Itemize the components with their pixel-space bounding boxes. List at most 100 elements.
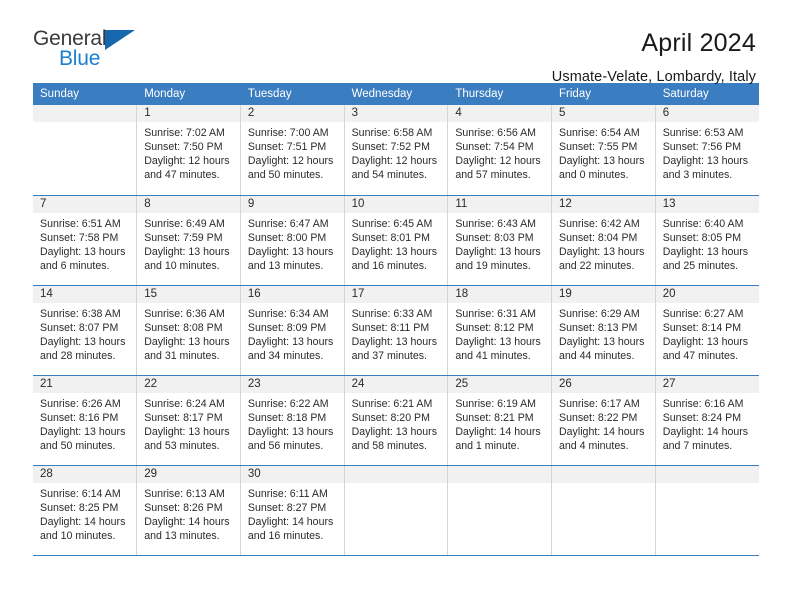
sunrise-time: Sunrise: 6:11 AM	[247, 487, 328, 500]
sunrise-time: Sunrise: 6:22 AM	[247, 397, 329, 410]
calendar-day-cell[interactable]: 7 Sunrise: 6:51 AM Sunset: 7:58 PM Daylight…	[33, 195, 138, 286]
daylight-duration-line1: Daylight: 14 hours	[662, 425, 749, 438]
calendar-day-cell[interactable]: 10 Sunrise: 6:45 AM Sunset: 8:01 PM Dayligh…	[344, 195, 449, 286]
sunset-time: Sunset: 8:17 PM	[144, 411, 223, 424]
day-details: Sunrise: 6:24 AM Sunset: 8:17 PM Daylight:…	[137, 393, 240, 453]
sunrise-time: Sunrise: 6:54 AM	[559, 127, 640, 139]
calendar-day-cell[interactable]: 8 Sunrise: 6:49 AM Sunset: 7:59 PM Daylight…	[136, 195, 241, 286]
calendar-day-cell[interactable]: 26 Sunrise: 6:17 AM Sunset: 8:22 PM Dayligh…	[551, 375, 656, 466]
day-details: Sunrise: 6:45 AM Sunset: 8:01 PM Daylight:…	[345, 213, 448, 273]
sunrise-time: Sunrise: 6:27 AM	[662, 307, 744, 320]
calendar-day-cell[interactable]: 2 Sunrise: 7:00 AM Sunset: 7:51 PM Daylight…	[240, 105, 345, 196]
day-details: Sunrise: 7:02 AM Sunset: 7:50 PM Daylight:…	[137, 122, 240, 182]
daylight-duration-line2: and 3 minutes.	[662, 169, 733, 182]
calendar-day-cell[interactable]: 28 Sunrise: 6:14 AM Sunset: 8:25 PM Dayligh…	[33, 465, 138, 556]
day-details: Sunrise: 6:16 AM Sunset: 8:24 PM Daylight:…	[656, 393, 759, 453]
day-details: Sunrise: 6:26 AM Sunset: 8:16 PM Daylight:…	[33, 393, 136, 453]
daylight-duration-line2: and 31 minutes.	[144, 349, 220, 362]
sunset-time: Sunset: 8:07 PM	[40, 321, 119, 334]
calendar-day-cell[interactable]: 1 Sunrise: 7:02 AM Sunset: 7:50 PM Daylight…	[136, 105, 241, 196]
calendar-day-cell[interactable]: 13 Sunrise: 6:40 AM Sunset: 8:05 PM Dayligh…	[655, 195, 759, 286]
general-blue-logo[interactable]: General Blue	[33, 28, 153, 74]
calendar-day-cell[interactable]: 27 Sunrise: 6:16 AM Sunset: 8:24 PM Dayligh…	[655, 375, 759, 466]
calendar-cell-empty	[33, 105, 138, 196]
calendar-week-row: 21 Sunrise: 6:26 AM Sunset: 8:16 PM Dayligh…	[33, 375, 759, 466]
daylight-duration-line1: Daylight: 13 hours	[662, 335, 749, 348]
daylight-duration-line2: and 54 minutes.	[351, 169, 427, 182]
calendar-day-cell[interactable]: 20 Sunrise: 6:27 AM Sunset: 8:14 PM Dayligh…	[655, 285, 759, 376]
sunrise-time: Sunrise: 6:13 AM	[144, 487, 225, 500]
calendar-day-cell[interactable]: 29 Sunrise: 6:13 AM Sunset: 8:26 PM Dayligh…	[136, 465, 241, 556]
page-header: General Blue April 2024 Usmate-Velate, L…	[0, 0, 792, 86]
daylight-duration-line2: and 4 minutes.	[559, 439, 629, 452]
calendar-day-cell[interactable]: 14 Sunrise: 6:38 AM Sunset: 8:07 PM Dayligh…	[33, 285, 138, 376]
calendar-day-cell[interactable]: 23 Sunrise: 6:22 AM Sunset: 8:18 PM Dayligh…	[240, 375, 345, 466]
calendar-week-row: 1 Sunrise: 7:02 AM Sunset: 7:50 PM Daylight…	[33, 105, 759, 196]
day-number: 2	[240, 105, 344, 122]
sunset-time: Sunset: 7:59 PM	[144, 231, 223, 244]
calendar-body: 1 Sunrise: 7:02 AM Sunset: 7:50 PM Daylight…	[33, 105, 759, 556]
calendar-day-cell[interactable]: 18 Sunrise: 6:31 AM Sunset: 8:12 PM Dayligh…	[447, 285, 553, 376]
daylight-duration-line2: and 16 minutes.	[247, 529, 324, 542]
weekday-header-monday: Monday	[136, 83, 241, 105]
daylight-duration-line2: and 10 minutes.	[144, 259, 220, 272]
calendar-day-cell[interactable]: 12 Sunrise: 6:42 AM Sunset: 8:04 PM Dayligh…	[551, 195, 656, 286]
calendar-day-cell[interactable]: 4 Sunrise: 6:56 AM Sunset: 7:54 PM Daylight…	[447, 105, 553, 196]
daylight-duration-line1: Daylight: 14 hours	[247, 515, 334, 528]
sunset-time: Sunset: 8:25 PM	[40, 501, 119, 514]
day-number	[344, 465, 448, 483]
day-number: 21	[33, 375, 137, 393]
sunrise-time: Sunrise: 6:31 AM	[455, 307, 536, 320]
sunset-time: Sunset: 7:56 PM	[662, 141, 742, 154]
calendar-day-cell[interactable]: 16 Sunrise: 6:34 AM Sunset: 8:09 PM Dayligh…	[240, 285, 345, 376]
daylight-duration-line2: and 19 minutes.	[455, 259, 531, 272]
daylight-duration-line2: and 37 minutes.	[351, 349, 427, 362]
day-number	[552, 465, 655, 483]
sunset-time: Sunset: 8:08 PM	[144, 321, 223, 334]
sunrise-time: Sunrise: 6:19 AM	[455, 397, 536, 410]
calendar-day-cell[interactable]: 25 Sunrise: 6:19 AM Sunset: 8:21 PM Dayligh…	[447, 375, 553, 466]
calendar-day-cell[interactable]: 3 Sunrise: 6:58 AM Sunset: 7:52 PM Daylight…	[344, 105, 449, 196]
calendar-day-cell[interactable]: 6 Sunrise: 6:53 AM Sunset: 7:56 PM Daylight…	[655, 105, 759, 196]
calendar-day-cell[interactable]: 22 Sunrise: 6:24 AM Sunset: 8:17 PM Dayligh…	[136, 375, 241, 466]
daylight-duration-line1: Daylight: 13 hours	[247, 425, 334, 438]
sunrise-time: Sunrise: 6:42 AM	[559, 217, 640, 230]
calendar-day-cell[interactable]: 30 Sunrise: 6:11 AM Sunset: 8:27 PM Dayligh…	[240, 465, 345, 556]
calendar-day-cell[interactable]: 19 Sunrise: 6:29 AM Sunset: 8:13 PM Dayligh…	[551, 285, 656, 376]
day-details: Sunrise: 6:42 AM Sunset: 8:04 PM Daylight:…	[552, 213, 655, 273]
sunrise-time: Sunrise: 6:40 AM	[662, 217, 744, 230]
calendar-day-cell[interactable]: 9 Sunrise: 6:47 AM Sunset: 8:00 PM Daylight…	[240, 195, 345, 286]
daylight-duration-line2: and 10 minutes.	[40, 529, 116, 542]
daylight-duration-line1: Daylight: 13 hours	[40, 245, 126, 258]
calendar-day-cell[interactable]: 21 Sunrise: 6:26 AM Sunset: 8:16 PM Dayligh…	[33, 375, 138, 466]
sunrise-time: Sunrise: 6:53 AM	[662, 127, 744, 139]
sunset-time: Sunset: 8:27 PM	[247, 501, 327, 514]
calendar-day-cell[interactable]: 5 Sunrise: 6:54 AM Sunset: 7:55 PM Daylight…	[551, 105, 656, 196]
sunrise-time: Sunrise: 6:33 AM	[351, 307, 433, 320]
day-details: Sunrise: 6:43 AM Sunset: 8:03 PM Daylight:…	[448, 213, 551, 273]
daylight-duration-line2: and 1 minute.	[455, 439, 520, 452]
day-number: 11	[448, 195, 552, 213]
calendar-day-cell[interactable]: 24 Sunrise: 6:21 AM Sunset: 8:20 PM Dayligh…	[344, 375, 449, 466]
calendar-page: General Blue April 2024 Usmate-Velate, L…	[0, 0, 792, 612]
day-number: 20	[655, 285, 759, 303]
weekday-header-thursday: Thursday	[447, 83, 553, 105]
calendar-day-cell[interactable]: 11 Sunrise: 6:43 AM Sunset: 8:03 PM Dayligh…	[447, 195, 553, 286]
day-details: Sunrise: 6:27 AM Sunset: 8:14 PM Daylight:…	[656, 303, 759, 363]
sunrise-time: Sunrise: 6:38 AM	[40, 307, 121, 320]
daylight-duration-line1: Daylight: 13 hours	[247, 245, 334, 258]
daylight-duration-line2: and 50 minutes.	[247, 169, 324, 182]
daylight-duration-line1: Daylight: 13 hours	[144, 335, 230, 348]
daylight-duration-line2: and 53 minutes.	[144, 439, 220, 452]
calendar-day-cell[interactable]: 15 Sunrise: 6:36 AM Sunset: 8:08 PM Dayligh…	[136, 285, 241, 376]
day-details: Sunrise: 6:54 AM Sunset: 7:55 PM Daylight:…	[552, 122, 655, 182]
daylight-duration-line1: Daylight: 12 hours	[144, 155, 230, 168]
day-number	[448, 465, 552, 483]
day-number: 3	[344, 105, 448, 122]
daylight-duration-line2: and 25 minutes.	[662, 259, 739, 272]
daylight-duration-line2: and 16 minutes.	[351, 259, 427, 272]
location-subtitle: Usmate-Velate, Lombardy, Italy	[551, 69, 756, 85]
daylight-duration-line2: and 34 minutes.	[247, 349, 324, 362]
day-number: 6	[655, 105, 759, 122]
calendar-day-cell[interactable]: 17 Sunrise: 6:33 AM Sunset: 8:11 PM Dayligh…	[344, 285, 449, 376]
